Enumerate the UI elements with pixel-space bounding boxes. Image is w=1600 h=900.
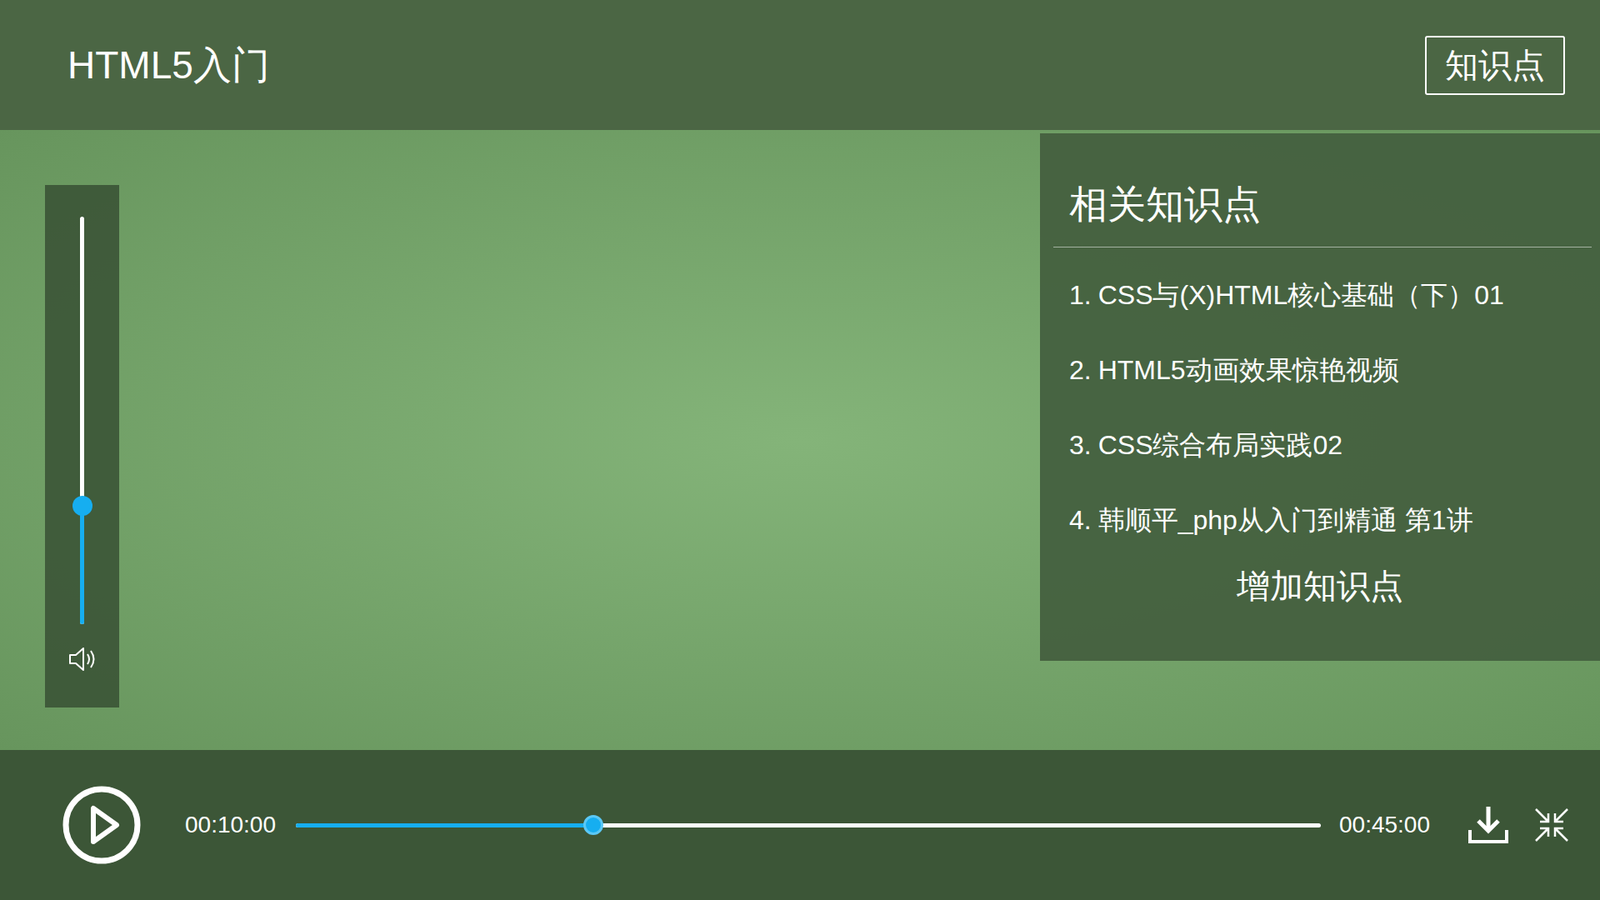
volume-panel xyxy=(45,185,120,708)
item-number: 2. xyxy=(1069,350,1092,390)
control-bar: 00:10:00 00:45:00 xyxy=(0,750,1600,900)
play-button[interactable] xyxy=(61,785,142,865)
knowledge-item[interactable]: 3.CSS综合布局实践02 xyxy=(1069,407,1600,483)
duration: 00:45:00 xyxy=(1339,807,1430,843)
video-frame: 相关知识点1.CSS与(X)HTML核心基础（下）012.HTML5动画效果惊艳… xyxy=(0,130,1600,750)
speaker-icon[interactable] xyxy=(65,642,100,676)
progress-bar[interactable] xyxy=(295,823,1321,828)
volume-fill xyxy=(80,505,85,625)
knowledge-panel: 相关知识点1.CSS与(X)HTML核心基础（下）012.HTML5动画效果惊艳… xyxy=(1040,133,1600,661)
current-time: 00:10:00 xyxy=(185,807,276,843)
volume-knob[interactable] xyxy=(72,495,93,516)
knowledge-item[interactable]: 1.CSS与(X)HTML核心基础（下）01 xyxy=(1069,257,1600,333)
progress-fill xyxy=(295,823,594,828)
item-label: CSS与(X)HTML核心基础（下）01 xyxy=(1098,275,1505,315)
header-bar: HTML5入门 知识点 xyxy=(0,0,1600,130)
item-number: 1. xyxy=(1069,275,1092,315)
download-icon[interactable] xyxy=(1466,803,1510,847)
item-number: 3. xyxy=(1069,425,1092,465)
knowledge-panel-title: 相关知识点 xyxy=(1040,133,1600,247)
volume-slider[interactable] xyxy=(80,216,85,625)
item-number: 4. xyxy=(1069,500,1092,540)
exit-fullscreen-icon[interactable] xyxy=(1533,806,1570,844)
knowledge-item[interactable]: 2.HTML5动画效果惊艳视频 xyxy=(1069,332,1600,408)
progress-knob[interactable] xyxy=(583,815,604,835)
item-label: HTML5动画效果惊艳视频 xyxy=(1098,350,1400,390)
knowledge-list: 1.CSS与(X)HTML核心基础（下）012.HTML5动画效果惊艳视频3.C… xyxy=(1040,247,1600,558)
play-icon xyxy=(61,785,142,865)
item-label: CSS综合布局实践02 xyxy=(1098,425,1343,465)
divider xyxy=(1053,246,1592,248)
knowledge-item[interactable]: 4.韩顺平_php从入门到精通 第1讲 xyxy=(1069,482,1600,558)
item-label: 韩顺平_php从入门到精通 第1讲 xyxy=(1098,500,1474,540)
knowledge-button[interactable]: 知识点 xyxy=(1425,35,1565,95)
video-player: HTML5入门知识点相关知识点1.CSS与(X)HTML核心基础（下）012.H… xyxy=(0,0,1600,900)
add-knowledge-button[interactable]: 增加知识点 xyxy=(1220,560,1420,611)
video-title: HTML5入门 xyxy=(67,45,270,85)
